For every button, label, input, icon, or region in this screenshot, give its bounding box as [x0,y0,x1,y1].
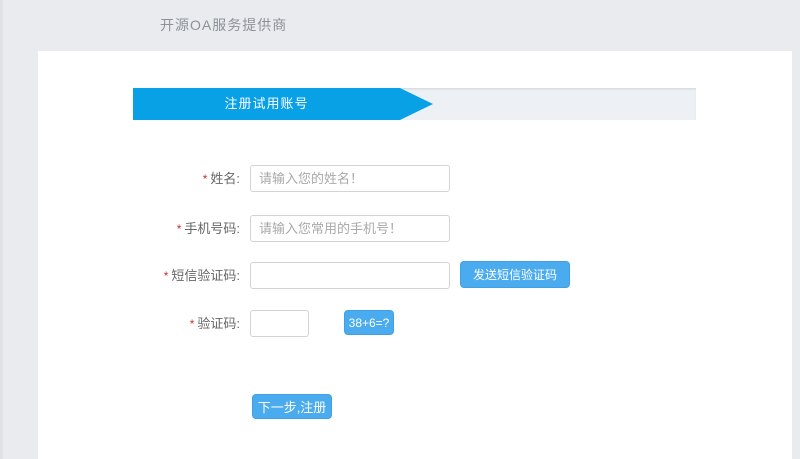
phone-label: * 手机号码: [176,220,240,236]
banner-bar: 注册试用账号 [133,88,696,120]
banner-title: 注册试用账号 [224,96,309,111]
page: 开源OA服务提供商 注册试用账号 *姓名: *手机号码: *短信验证码: [0,0,800,459]
register-card: 注册试用账号 *姓名: *手机号码: *短信验证码: 发送短信验证码 [38,51,792,459]
required-asterisk: * [202,171,208,186]
banner-ribbon: 注册试用账号 [133,88,400,120]
captcha-question-button[interactable]: 38+6=? [344,310,394,335]
send-sms-code-button[interactable]: 发送短信验证码 [460,261,570,288]
captcha-label: * 验证码: [189,315,240,331]
name-input[interactable] [250,165,450,192]
phone-input[interactable] [250,215,450,242]
required-asterisk: * [189,316,195,331]
next-step-register-button[interactable]: 下一步,注册 [252,394,332,419]
banner-ribbon-arrow [400,88,433,120]
required-asterisk: * [176,221,182,236]
required-asterisk: * [163,268,169,283]
brand-title: 开源OA服务提供商 [160,17,288,33]
captcha-input[interactable] [250,310,309,337]
name-label: * 姓名: [202,170,240,186]
sms-code-label: * 短信验证码: [163,267,240,283]
sms-code-input[interactable] [250,262,450,289]
